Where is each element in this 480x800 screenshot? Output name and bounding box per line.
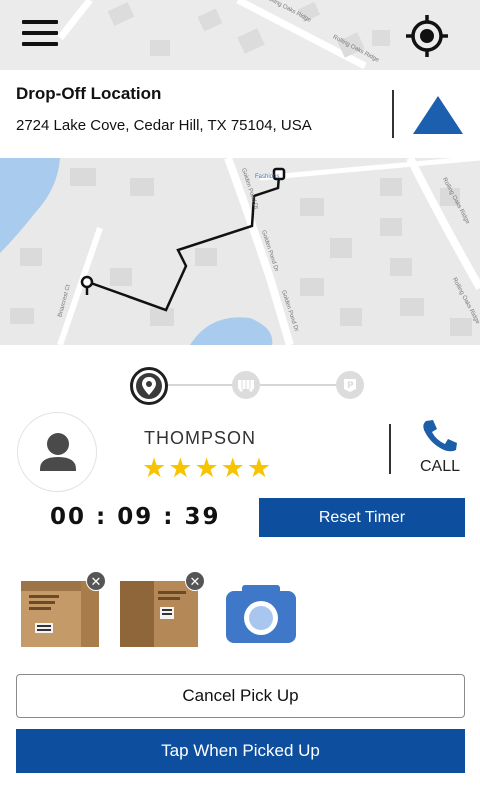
truck-icon (238, 380, 254, 392)
dropoff-panel: Drop-Off Location 2724 Lake Cove, Cedar … (0, 70, 480, 158)
hamburger-menu-icon[interactable] (22, 20, 62, 50)
camera-icon[interactable] (224, 583, 298, 645)
elapsed-timer: 00 : 09 : 39 (50, 504, 221, 530)
picked-up-button[interactable]: Tap When Picked Up (16, 729, 465, 773)
customer-rating: ★★★★★ (142, 454, 273, 482)
star-icon: ★ (246, 453, 272, 483)
star-icon: ★ (142, 453, 167, 483)
package-photo-image (21, 581, 99, 647)
route-map[interactable]: Fashions Golden Pond Dr Golden Pond Dr G… (0, 158, 480, 345)
step-connector (168, 384, 232, 386)
step-connector (260, 384, 336, 386)
parking-icon: P (344, 379, 356, 392)
step-in-transit (232, 371, 260, 399)
package-photo-thumbnail[interactable] (120, 581, 198, 647)
step-pickup-location (130, 367, 168, 405)
package-photo-image (120, 581, 198, 647)
star-icon: ★ (194, 453, 219, 483)
star-icon: ★ (220, 453, 245, 483)
call-divider (389, 424, 391, 474)
svg-text:P: P (347, 381, 354, 391)
customer-avatar (17, 412, 97, 492)
dropoff-address: 2724 Lake Cove, Cedar Hill, TX 75104, US… (16, 117, 312, 134)
user-silhouette-icon (40, 433, 76, 471)
location-pin-icon (142, 377, 156, 395)
cancel-pickup-button[interactable]: Cancel Pick Up (16, 674, 465, 718)
star-icon: ★ (168, 453, 193, 483)
phone-icon (423, 420, 457, 452)
package-photo-thumbnail[interactable] (21, 581, 99, 647)
crosshair-locate-icon[interactable] (405, 14, 449, 58)
dropoff-title: Drop-Off Location (16, 84, 162, 103)
map-poi-label: Fashions (255, 174, 280, 180)
navigation-arrow-icon[interactable] (410, 94, 466, 136)
dropoff-divider (392, 90, 394, 138)
customer-name: THOMPSON (144, 428, 257, 448)
call-label: CALL (419, 458, 461, 475)
step-dropoff: P (336, 371, 364, 399)
progress-steps: P (0, 365, 480, 405)
route-map-canvas (0, 158, 480, 345)
call-button[interactable]: CALL (412, 418, 468, 478)
reset-timer-button[interactable]: Reset Timer (259, 498, 465, 537)
remove-photo-close-icon[interactable]: ✕ (185, 571, 205, 591)
remove-photo-close-icon[interactable]: ✕ (86, 571, 106, 591)
